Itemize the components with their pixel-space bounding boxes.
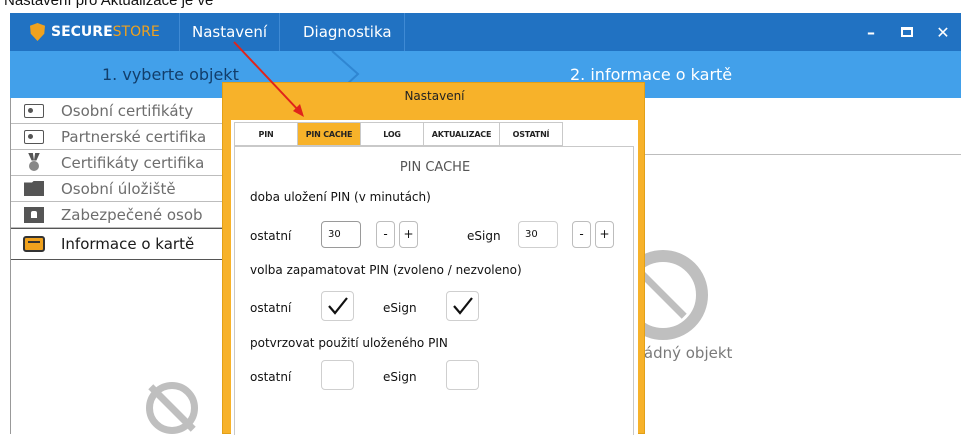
list-item-label: Informace o kartě bbox=[61, 235, 195, 253]
section-remember-pin: volba zapamatovat PIN (zvoleno / nezvole… bbox=[250, 263, 522, 277]
shield-icon bbox=[30, 23, 45, 41]
remember-ostatni-checkbox[interactable] bbox=[321, 291, 354, 321]
logo-text-store: STORE bbox=[112, 24, 160, 40]
empty-state-text: žádný objekt bbox=[636, 344, 733, 362]
tab-pin[interactable]: PIN bbox=[234, 122, 297, 146]
menu-diagnostika[interactable]: Diagnostika bbox=[291, 13, 405, 51]
settings-dialog: Nastavení PIN PIN CACHE LOG AKTUALIZACE … bbox=[222, 82, 645, 435]
list-item-osobni-certifikaty[interactable]: Osobní certifikáty bbox=[11, 98, 241, 124]
list-item-label: Osobní certifikáty bbox=[61, 101, 194, 120]
list-item-certifikaty-certifikacnich-autorit[interactable]: Certifikáty certifika bbox=[11, 150, 241, 176]
title-bar: SECURE STORE Nastavení Diagnostika – ✕ bbox=[10, 13, 961, 51]
tab-ostatni[interactable]: OSTATNÍ bbox=[499, 122, 563, 146]
confirm-esign-checkbox[interactable] bbox=[446, 360, 479, 390]
list-item-label: Certifikáty certifika bbox=[61, 153, 205, 172]
section-cache-duration: doba uložení PIN (v minutách) bbox=[250, 190, 431, 204]
dialog-content: PIN PIN CACHE LOG AKTUALIZACE OSTATNÍ PI… bbox=[231, 120, 638, 435]
tab-log[interactable]: LOG bbox=[360, 122, 423, 146]
ostatni-increment-button[interactable]: + bbox=[399, 221, 418, 248]
section-confirm-pin-use: potvrzovat použití uloženého PIN bbox=[250, 336, 448, 350]
step-1-label: 1. vyberte objekt bbox=[102, 65, 239, 84]
list-item-label: Zabezpečené osob bbox=[61, 205, 203, 224]
label-ostatni: ostatní bbox=[250, 301, 292, 315]
pin-cache-panel: PIN CACHE doba uložení PIN (v minutách) … bbox=[234, 146, 634, 435]
label-ostatni: ostatní bbox=[250, 229, 292, 243]
minimize-icon[interactable]: – bbox=[853, 13, 889, 51]
list-item-zabezpecene-osobni[interactable]: Zabezpečené osob bbox=[11, 202, 241, 228]
list-empty-area bbox=[11, 298, 241, 434]
maximize-icon[interactable] bbox=[889, 13, 925, 51]
ostatni-duration-input[interactable]: 30 bbox=[321, 221, 361, 248]
tab-aktualizace[interactable]: AKTUALIZACE bbox=[423, 122, 499, 146]
ostatni-decrement-button[interactable]: - bbox=[376, 221, 395, 248]
label-esign: eSign bbox=[467, 229, 501, 243]
checkmark-icon bbox=[452, 297, 473, 315]
label-ostatni: ostatní bbox=[250, 370, 292, 384]
no-entry-icon bbox=[146, 382, 198, 434]
logo-text-secure: SECURE bbox=[51, 24, 113, 40]
lock-folder-icon bbox=[23, 206, 45, 224]
confirm-ostatni-checkbox[interactable] bbox=[321, 360, 354, 390]
list-item-partnerske-certifikaty[interactable]: Partnerské certifika bbox=[11, 124, 241, 150]
esign-decrement-button[interactable]: - bbox=[572, 221, 591, 248]
folder-icon bbox=[23, 180, 45, 198]
dialog-title: Nastavení bbox=[404, 89, 465, 103]
object-list: Osobní certifikáty Partnerské certifika … bbox=[10, 98, 241, 434]
remember-esign-checkbox[interactable] bbox=[446, 291, 479, 321]
label-esign: eSign bbox=[383, 301, 417, 315]
panel-title: PIN CACHE bbox=[399, 160, 471, 175]
wallet-card-icon bbox=[23, 235, 45, 253]
app-logo: SECURE STORE bbox=[10, 13, 180, 51]
label-esign: eSign bbox=[383, 370, 417, 384]
list-item-label: Partnerské certifika bbox=[61, 127, 207, 146]
partner-certificate-icon bbox=[23, 128, 45, 146]
list-item-osobni-uloziste[interactable]: Osobní úložiště bbox=[11, 176, 241, 202]
esign-duration-input[interactable]: 30 bbox=[518, 221, 558, 248]
menu-nastaveni[interactable]: Nastavení bbox=[180, 13, 281, 51]
checkmark-icon bbox=[327, 297, 348, 315]
medal-icon bbox=[23, 154, 45, 172]
tab-pin-cache[interactable]: PIN CACHE bbox=[297, 122, 360, 146]
personal-certificate-icon bbox=[23, 102, 45, 120]
list-item-informace-o-karte[interactable]: Informace o kartě bbox=[11, 228, 241, 260]
tab-strip: PIN PIN CACHE LOG AKTUALIZACE OSTATNÍ bbox=[234, 122, 563, 146]
caption-text: Nastavení pro Aktualizace je ve bbox=[4, 0, 214, 9]
esign-increment-button[interactable]: + bbox=[595, 221, 614, 248]
close-icon[interactable]: ✕ bbox=[925, 13, 961, 51]
list-item-label: Osobní úložiště bbox=[61, 179, 176, 198]
